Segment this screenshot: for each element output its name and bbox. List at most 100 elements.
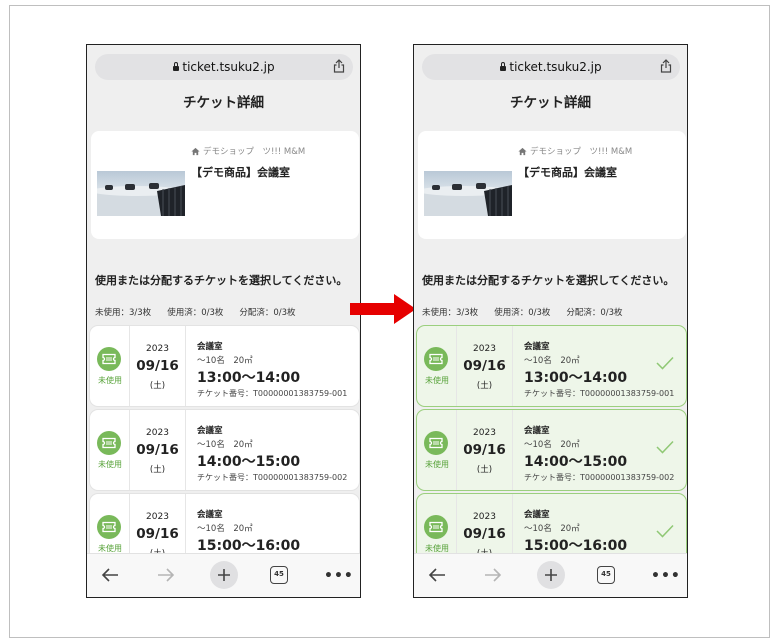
product-name: 【デモ商品】会議室 bbox=[518, 166, 617, 179]
ticket-year: 2023 bbox=[473, 512, 496, 522]
lock-icon bbox=[500, 61, 507, 71]
ticket-month-day: 09/16 bbox=[136, 442, 179, 458]
ticket-icon bbox=[429, 353, 443, 365]
ticket-capacity: ～10名 20㎡ bbox=[524, 524, 580, 534]
phone-before: ticket.tsuku2.jp チケット詳細 デモショップ ツ!!! M&M … bbox=[86, 44, 361, 598]
ticket-year: 2023 bbox=[473, 428, 496, 438]
stat-unused: 未使用：3/3枚 bbox=[95, 308, 152, 318]
ticket-room: 会議室 bbox=[197, 342, 223, 352]
product-image bbox=[97, 171, 185, 216]
ticket-time: 14:00～15:00 bbox=[197, 454, 301, 470]
url-text: ticket.tsuku2.jp bbox=[509, 60, 602, 74]
ticket-card[interactable]: 未使用 2023 09/16 (土) 会議室 ～10名 20㎡ 13:00～14… bbox=[89, 325, 360, 407]
ticket-number: チケット番号：T00000001383759-001 bbox=[197, 389, 348, 398]
home-icon bbox=[518, 147, 527, 155]
ticket-number: チケット番号：T00000001383759-001 bbox=[524, 389, 675, 398]
product-name: 【デモ商品】会議室 bbox=[191, 166, 290, 179]
ticket-status-badge: 未使用 bbox=[90, 326, 130, 406]
shop-label: デモショップ ツ!!! M&M bbox=[203, 147, 306, 157]
ticket-status: 未使用 bbox=[425, 460, 449, 469]
shop-name[interactable]: デモショップ ツ!!! M&M bbox=[518, 145, 632, 157]
more-icon[interactable]: ••• bbox=[651, 568, 681, 584]
ticket-status-badge: 未使用 bbox=[90, 410, 130, 490]
ticket-room: 会議室 bbox=[524, 342, 550, 352]
plus-icon bbox=[545, 569, 557, 581]
ticket-card[interactable]: 未使用 2023 09/16 (土) 会議室 ～10名 20㎡ 14:00～15… bbox=[89, 409, 360, 491]
ticket-year: 2023 bbox=[146, 428, 169, 438]
ticket-stats: 未使用：3/3枚 使用済：0/3枚 分配済：0/3枚 bbox=[95, 306, 312, 318]
ticket-time: 14:00～15:00 bbox=[524, 454, 628, 470]
phone-after: ticket.tsuku2.jp チケット詳細 デモショップ ツ!!! M&M … bbox=[413, 44, 688, 598]
right-arrow-icon bbox=[350, 294, 416, 324]
ticket-time: 13:00～14:00 bbox=[524, 370, 628, 386]
share-icon[interactable] bbox=[660, 59, 672, 73]
share-icon[interactable] bbox=[333, 59, 345, 73]
ticket-month-day: 09/16 bbox=[463, 442, 506, 458]
new-tab-button[interactable] bbox=[537, 561, 565, 589]
ticket-date: 2023 09/16 (土) bbox=[457, 326, 513, 406]
ticket-capacity: ～10名 20㎡ bbox=[197, 356, 253, 366]
ticket-status: 未使用 bbox=[98, 460, 122, 469]
ticket-room: 会議室 bbox=[524, 426, 550, 436]
ticket-icon bbox=[102, 437, 116, 449]
more-icon[interactable]: ••• bbox=[324, 568, 354, 584]
ticket-weekday: (土) bbox=[476, 381, 493, 391]
ticket-capacity: ～10名 20㎡ bbox=[524, 440, 580, 450]
ticket-year: 2023 bbox=[473, 344, 496, 354]
ticket-icon bbox=[102, 353, 116, 365]
page-title: チケット詳細 bbox=[183, 95, 264, 111]
tabs-icon[interactable]: 45 bbox=[597, 566, 615, 584]
browser-toolbar: 45 ••• bbox=[414, 553, 687, 597]
forward-arrow-icon[interactable] bbox=[157, 567, 175, 583]
back-arrow-icon[interactable] bbox=[101, 567, 119, 583]
shop-name[interactable]: デモショップ ツ!!! M&M bbox=[191, 145, 305, 157]
ticket-capacity: ～10名 20㎡ bbox=[197, 440, 253, 450]
stat-unused: 未使用：3/3枚 bbox=[422, 308, 479, 318]
ticket-time: 15:00～16:00 bbox=[197, 538, 301, 554]
select-heading: 使用または分配するチケットを選択してください。 bbox=[422, 274, 675, 287]
check-icon bbox=[656, 356, 674, 370]
ticket-icon bbox=[102, 521, 116, 533]
ticket-number: チケット番号：T00000001383759-002 bbox=[197, 473, 348, 482]
ticket-number: チケット番号：T00000001383759-002 bbox=[524, 473, 675, 482]
product-card: デモショップ ツ!!! M&M 【デモ商品】会議室 bbox=[418, 131, 686, 239]
check-icon bbox=[656, 440, 674, 454]
ticket-time: 13:00～14:00 bbox=[197, 370, 301, 386]
ticket-date: 2023 09/16 (土) bbox=[457, 410, 513, 490]
ticket-date: 2023 09/16 (土) bbox=[130, 326, 186, 406]
url-bar[interactable]: ticket.tsuku2.jp bbox=[95, 54, 353, 80]
ticket-weekday: (土) bbox=[149, 465, 166, 475]
ticket-room: 会議室 bbox=[197, 510, 223, 520]
ticket-status-badge: 未使用 bbox=[417, 410, 457, 490]
browser-toolbar: 45 ••• bbox=[87, 553, 360, 597]
ticket-status: 未使用 bbox=[98, 376, 122, 385]
ticket-room: 会議室 bbox=[197, 426, 223, 436]
forward-arrow-icon[interactable] bbox=[484, 567, 502, 583]
back-arrow-icon[interactable] bbox=[428, 567, 446, 583]
ticket-month-day: 09/16 bbox=[136, 358, 179, 374]
stat-used: 使用済：0/3枚 bbox=[167, 308, 224, 318]
url-bar[interactable]: ticket.tsuku2.jp bbox=[422, 54, 680, 80]
ticket-month-day: 09/16 bbox=[463, 526, 506, 542]
ticket-weekday: (土) bbox=[476, 465, 493, 475]
url-text: ticket.tsuku2.jp bbox=[182, 60, 275, 74]
tabs-icon[interactable]: 45 bbox=[270, 566, 288, 584]
stat-distributed: 分配済：0/3枚 bbox=[239, 308, 296, 318]
check-icon bbox=[656, 524, 674, 538]
stat-used: 使用済：0/3枚 bbox=[494, 308, 551, 318]
ticket-status-badge: 未使用 bbox=[417, 326, 457, 406]
page-title: チケット詳細 bbox=[510, 95, 591, 111]
ticket-month-day: 09/16 bbox=[136, 526, 179, 542]
ticket-card-selected[interactable]: 未使用 2023 09/16 (土) 会議室 ～10名 20㎡ 13:00～14… bbox=[416, 325, 687, 407]
ticket-room: 会議室 bbox=[524, 510, 550, 520]
ticket-month-day: 09/16 bbox=[463, 358, 506, 374]
shop-label: デモショップ ツ!!! M&M bbox=[530, 147, 633, 157]
ticket-year: 2023 bbox=[146, 512, 169, 522]
new-tab-button[interactable] bbox=[210, 561, 238, 589]
plus-icon bbox=[218, 569, 230, 581]
ticket-date: 2023 09/16 (土) bbox=[130, 410, 186, 490]
ticket-card-selected[interactable]: 未使用 2023 09/16 (土) 会議室 ～10名 20㎡ 14:00～15… bbox=[416, 409, 687, 491]
product-card: デモショップ ツ!!! M&M 【デモ商品】会議室 bbox=[91, 131, 359, 239]
ticket-time: 15:00～16:00 bbox=[524, 538, 628, 554]
product-image bbox=[424, 171, 512, 216]
